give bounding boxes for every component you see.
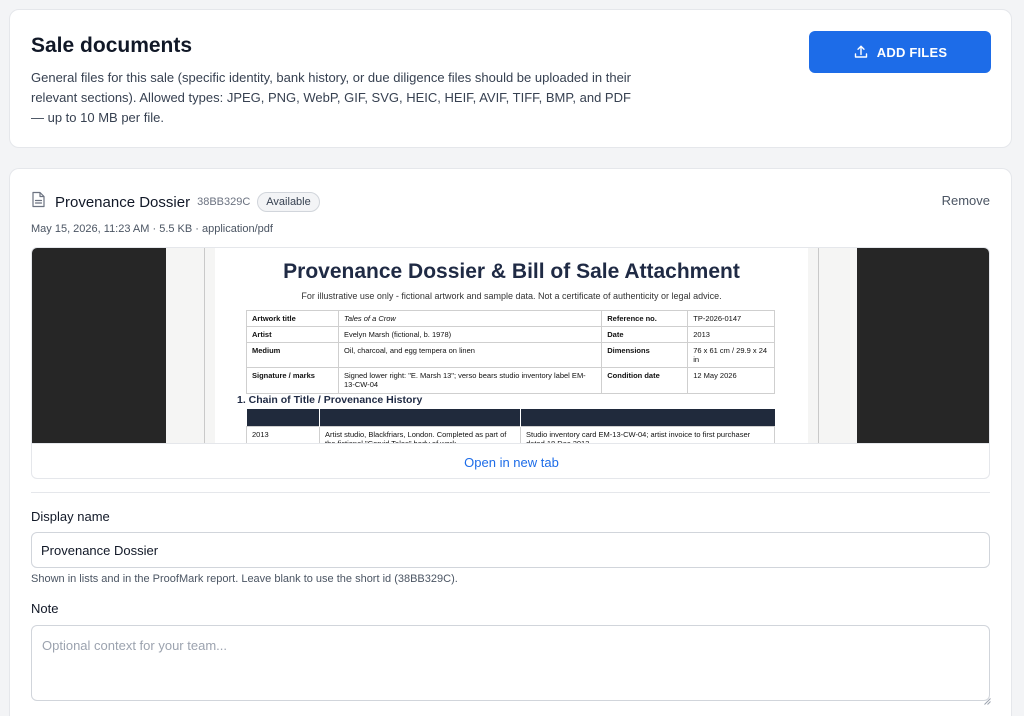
table-cell: TP-2026-0147 <box>687 310 775 327</box>
add-files-button[interactable]: ADD FILES <box>809 31 991 73</box>
pdf-viewer[interactable]: Provenance Dossier & Bill of Sale Attach… <box>32 248 989 443</box>
table-cell: 76 x 61 cm / 29.9 x 24 in <box>687 342 775 368</box>
table-cell: Dimensions <box>601 342 689 368</box>
open-in-new-tab-link[interactable]: Open in new tab <box>32 443 989 478</box>
note-textarea[interactable] <box>31 625 990 701</box>
table-row: Signature / marks Signed lower right: "E… <box>246 367 775 394</box>
table-cell: Artist studio, Blackfriars, London. Comp… <box>319 425 521 443</box>
table-cell: 12 May 2026 <box>687 367 775 394</box>
table-header-cell <box>246 409 320 426</box>
table-row: Medium Oil, charcoal, and egg tempera on… <box>246 342 775 368</box>
table-cell: Signed lower right: "E. Marsh 13"; verso… <box>337 367 603 394</box>
pdf-page-edge <box>818 248 819 443</box>
pdf-subtitle: For illustrative use only - fictional ar… <box>301 291 722 301</box>
table-cell: Artwork title <box>246 310 339 327</box>
provenance-table: 2013 Artist studio, Blackfriars, London.… <box>246 409 775 443</box>
document-name: Provenance Dossier <box>55 193 191 211</box>
document-card: Provenance Dossier 38BB329C Available Re… <box>9 168 1012 716</box>
note-label: Note <box>31 601 59 616</box>
file-icon <box>31 191 46 213</box>
artwork-info-table: Artwork title Tales of a Crow Reference … <box>246 310 775 394</box>
status-badge: Available <box>257 192 320 212</box>
table-row: Artist Evelyn Marsh (fictional, b. 1978)… <box>246 326 775 343</box>
resize-handle-icon[interactable] <box>983 692 991 705</box>
table-cell: Medium <box>246 342 339 368</box>
document-meta: May 15, 2026, 11:23 AM · 5.5 KB · applic… <box>31 223 273 235</box>
add-files-label: ADD FILES <box>876 44 948 60</box>
document-short-id: 38BB329C <box>197 196 251 208</box>
table-cell: Signature / marks <box>246 367 339 394</box>
table-header-cell <box>520 409 775 426</box>
pdf-page-edge <box>204 248 205 443</box>
table-cell: Studio inventory card EM-13-CW-04; artis… <box>520 425 775 443</box>
table-cell: Condition date <box>601 367 689 394</box>
display-name-label: Display name <box>31 509 110 524</box>
pdf-page: Provenance Dossier & Bill of Sale Attach… <box>215 248 808 443</box>
table-row: Artwork title Tales of a Crow Reference … <box>246 310 775 327</box>
table-header-row <box>246 409 775 426</box>
sale-documents-card: Sale documents General files for this sa… <box>9 9 1012 148</box>
upload-icon <box>853 44 869 60</box>
pdf-section-title: 1. Chain of Title / Provenance History <box>237 394 423 406</box>
divider <box>31 492 990 493</box>
table-cell: 2013 <box>246 425 320 443</box>
pdf-title: Provenance Dossier & Bill of Sale Attach… <box>283 260 740 283</box>
table-cell: Artist <box>246 326 339 343</box>
page-description: General files for this sale (specific id… <box>31 70 632 125</box>
table-cell: Tales of a Crow <box>337 310 603 327</box>
document-header: Provenance Dossier 38BB329C Available <box>31 191 320 213</box>
table-cell: Oil, charcoal, and egg tempera on linen <box>337 342 603 368</box>
remove-button[interactable]: Remove <box>942 193 990 208</box>
table-cell: Reference no. <box>601 310 689 327</box>
display-name-hint: Shown in lists and in the ProofMark repo… <box>31 573 458 585</box>
table-cell: 2013 <box>687 326 775 343</box>
table-row: 2013 Artist studio, Blackfriars, London.… <box>246 425 775 443</box>
document-preview: Provenance Dossier & Bill of Sale Attach… <box>31 247 990 479</box>
display-name-input[interactable] <box>31 532 990 568</box>
table-header-cell <box>319 409 521 426</box>
page-title: Sale documents <box>31 34 193 57</box>
table-cell: Evelyn Marsh (fictional, b. 1978) <box>337 326 603 343</box>
table-cell: Date <box>601 326 689 343</box>
